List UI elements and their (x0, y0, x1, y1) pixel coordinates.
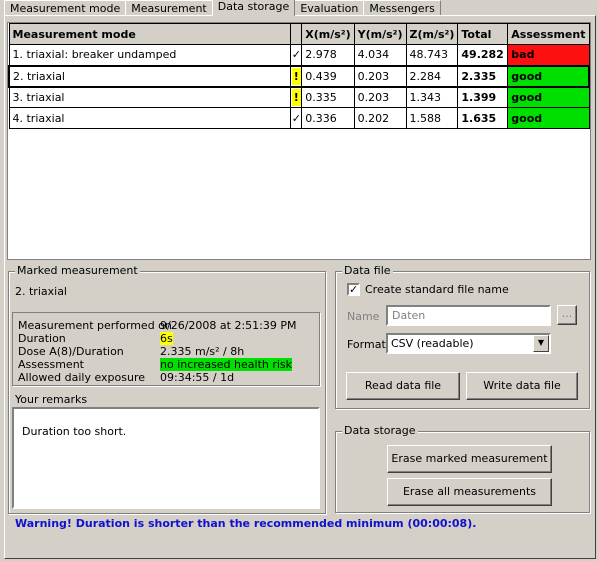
allowed-exposure-label: Allowed daily exposure (18, 371, 145, 384)
measurement-grid[interactable]: Measurement mode X(m/s²) Y(m/s²) Z(m/s²)… (7, 22, 591, 260)
measurement-info-box: Measurement performed on 9/26/2008 at 2:… (12, 312, 320, 386)
cell-y: 0.203 (353, 86, 407, 108)
data-storage-title: Data storage (342, 424, 418, 437)
dose-value: 2.335 m/s² / 8h (160, 345, 245, 358)
remarks-label: Your remarks (15, 393, 88, 406)
format-label: Format (347, 338, 386, 351)
cell-total: 1.399 (457, 86, 509, 108)
tab-messengers[interactable]: Messengers (363, 0, 441, 16)
format-select-value: CSV (readable) (391, 337, 474, 350)
warning-icon: ! (291, 88, 301, 106)
warning-icon: ! (291, 67, 301, 85)
column-header-y[interactable]: Y(m/s²) (353, 23, 407, 45)
erase-marked-measurement-button[interactable]: Erase marked measurement (387, 445, 552, 473)
cell-x: 0.439 (301, 64, 355, 88)
standard-file-name-label[interactable]: Create standard file name (365, 283, 509, 296)
column-header-flag (290, 23, 303, 45)
file-name-input[interactable]: Daten (386, 305, 551, 326)
table-header-row: Measurement mode X(m/s²) Y(m/s²) Z(m/s²)… (8, 23, 590, 45)
cell-y: 0.203 (353, 64, 407, 88)
assessment-value: no increased health risk (160, 358, 293, 371)
cell-total: 1.635 (457, 107, 509, 129)
dose-label: Dose A(8)/Duration (18, 345, 124, 358)
tab-measurement[interactable]: Measurement (125, 0, 213, 16)
cell-mode: 2. triaxial (8, 64, 292, 88)
column-header-z[interactable]: Z(m/s²) (405, 23, 459, 45)
tab-measurement-mode[interactable]: Measurement mode (4, 0, 127, 16)
tab-data-storage[interactable]: Data storage (211, 0, 296, 16)
cell-assessment-good: good (507, 64, 591, 88)
cell-mode: 1. triaxial: breaker undamped (8, 44, 292, 66)
cell-total: 49.282 (457, 44, 509, 66)
cell-z: 1.343 (405, 86, 459, 108)
column-header-total[interactable]: Total (457, 23, 509, 45)
cell-z: 48.743 (405, 44, 459, 66)
table-row[interactable]: 3. triaxial ! 0.335 0.203 1.343 1.399 go… (8, 86, 590, 108)
column-header-x[interactable]: X(m/s²) (301, 23, 355, 45)
cell-x: 2.978 (301, 44, 355, 66)
cell-mode: 4. triaxial (8, 107, 292, 129)
table-row[interactable]: 1. triaxial: breaker undamped ✓ 2.978 4.… (8, 44, 590, 66)
assessment-label: Assessment (18, 358, 84, 371)
standard-file-name-checkbox[interactable]: ✓ (347, 283, 360, 296)
table-row-selected[interactable]: 2. triaxial ! 0.439 0.203 2.284 2.335 go… (8, 64, 591, 88)
cell-y: 4.034 (353, 44, 407, 66)
performed-value: 9/26/2008 at 2:51:39 PM (160, 319, 297, 332)
duration-label: Duration (18, 332, 66, 345)
chevron-down-icon[interactable]: ▼ (533, 335, 549, 352)
checkmark-icon: ✓ (290, 107, 303, 129)
tab-evaluation[interactable]: Evaluation (294, 0, 365, 16)
column-header-mode[interactable]: Measurement mode (8, 23, 292, 45)
cell-assessment-good: good (507, 86, 590, 108)
write-data-file-button[interactable]: Write data file (466, 372, 578, 400)
table-row[interactable]: 4. triaxial ✓ 0.336 0.202 1.588 1.635 go… (8, 107, 590, 129)
duration-value: 6s (160, 332, 173, 345)
browse-button[interactable]: ... (557, 305, 577, 325)
allowed-exposure-value: 09:34:55 / 1d (160, 371, 235, 384)
cell-mode: 3. triaxial (8, 86, 292, 108)
erase-all-measurements-button[interactable]: Erase all measurements (387, 478, 552, 506)
cell-assessment-bad: bad (507, 44, 590, 66)
checkmark-icon: ✓ (290, 44, 303, 66)
cell-x: 0.335 (301, 86, 355, 108)
cell-z: 1.588 (405, 107, 459, 129)
name-label: Name (347, 310, 380, 323)
warning-message: Warning! Duration is shorter than the re… (15, 517, 477, 530)
data-file-title: Data file (342, 264, 393, 277)
cell-total: 2.335 (457, 64, 509, 88)
read-data-file-button[interactable]: Read data file (346, 372, 460, 400)
tab-bar: Measurement mode Measurement Data storag… (4, 0, 441, 16)
cell-y: 0.202 (353, 107, 407, 129)
cell-x: 0.336 (301, 107, 355, 129)
cell-z: 2.284 (405, 64, 459, 88)
marked-measurement-title: Marked measurement (15, 264, 140, 277)
cell-assessment-good: good (507, 107, 590, 129)
marked-measurement-name: 2. triaxial (15, 285, 67, 298)
performed-label: Measurement performed on (18, 319, 172, 332)
remarks-textarea[interactable]: Duration too short. (12, 407, 320, 509)
format-select[interactable]: CSV (readable) ▼ (386, 333, 551, 354)
column-header-assessment[interactable]: Assessment (507, 23, 590, 45)
